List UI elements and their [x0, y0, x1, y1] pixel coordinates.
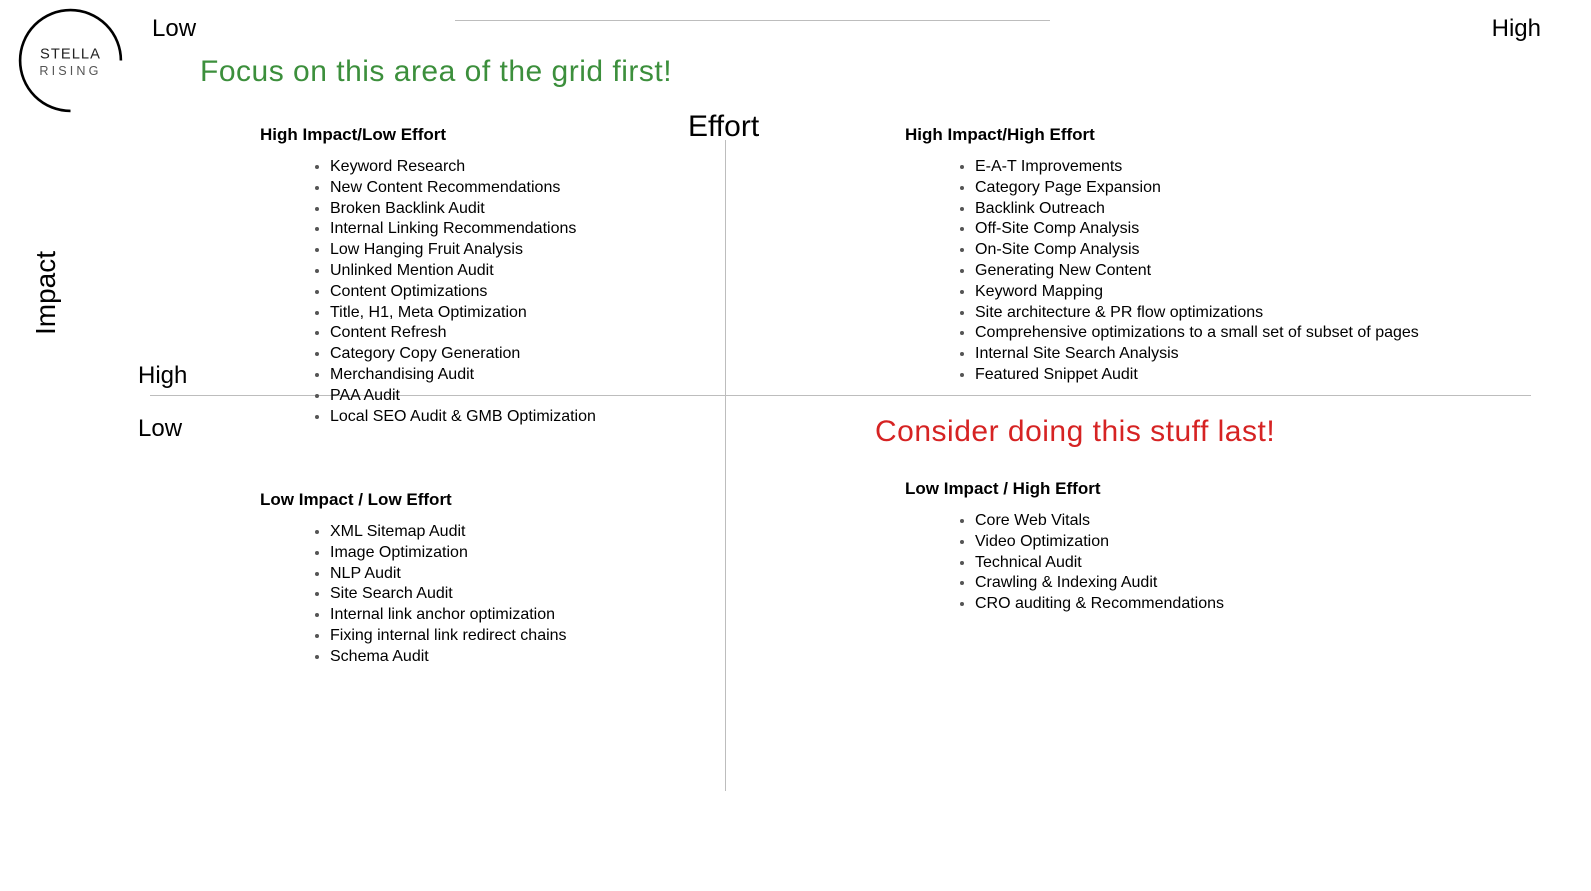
matrix-grid: High Low High Impact/Low Effort Keyword …: [150, 140, 1531, 771]
list-item: CRO auditing & Recommendations: [975, 594, 1445, 615]
slide: STELLA RISING Low High Focus on this are…: [0, 0, 1591, 891]
list-item: Keyword Mapping: [975, 282, 1445, 303]
list-item: Unlinked Mention Audit: [330, 261, 700, 282]
list-item: Merchandising Audit: [330, 365, 700, 386]
impact-low-label: Low: [138, 415, 182, 443]
impact-axis-label: Impact: [30, 251, 62, 335]
logo-bottom: RISING: [39, 64, 101, 78]
list-item: Keyword Research: [330, 157, 700, 178]
list-item: Crawling & Indexing Audit: [975, 573, 1445, 594]
list-item: Internal Site Search Analysis: [975, 344, 1445, 365]
effort-low-label: Low: [152, 15, 196, 43]
quadrant-title: Low Impact / Low Effort: [260, 490, 700, 510]
list-item: XML Sitemap Audit: [330, 522, 700, 543]
quadrant-low-impact-low-effort: Low Impact / Low Effort XML Sitemap Audi…: [260, 490, 700, 668]
list-item: Local SEO Audit & GMB Optimization: [330, 407, 700, 428]
quadrant-title: High Impact/High Effort: [905, 125, 1445, 145]
list-item: Site Search Audit: [330, 584, 700, 605]
quadrant-title: Low Impact / High Effort: [905, 479, 1445, 499]
quadrant-list: Core Web VitalsVideo OptimizationTechnic…: [905, 511, 1445, 615]
list-item: Featured Snippet Audit: [975, 365, 1445, 386]
list-item: E-A-T Improvements: [975, 157, 1445, 178]
list-item: Category Page Expansion: [975, 178, 1445, 199]
list-item: Technical Audit: [975, 553, 1445, 574]
list-item: Fixing internal link redirect chains: [330, 626, 700, 647]
list-item: Comprehensive optimizations to a small s…: [975, 323, 1445, 344]
vertical-divider: [725, 140, 726, 791]
quadrant-low-impact-high-effort: Consider doing this stuff last! Low Impa…: [905, 415, 1445, 615]
list-item: Core Web Vitals: [975, 511, 1445, 532]
impact-high-label: High: [138, 362, 187, 390]
list-item: NLP Audit: [330, 564, 700, 585]
focus-callout: Focus on this area of the grid first!: [200, 55, 672, 89]
quadrant-list: E-A-T ImprovementsCategory Page Expansio…: [905, 157, 1445, 386]
list-item: Off-Site Comp Analysis: [975, 219, 1445, 240]
list-item: Image Optimization: [330, 543, 700, 564]
list-item: Internal link anchor optimization: [330, 605, 700, 626]
list-item: Generating New Content: [975, 261, 1445, 282]
list-item: Broken Backlink Audit: [330, 199, 700, 220]
list-item: Internal Linking Recommendations: [330, 219, 700, 240]
quadrant-list: XML Sitemap AuditImage OptimizationNLP A…: [260, 522, 700, 668]
list-item: Content Refresh: [330, 323, 700, 344]
effort-high-label: High: [1492, 15, 1541, 43]
list-item: New Content Recommendations: [330, 178, 700, 199]
list-item: Low Hanging Fruit Analysis: [330, 240, 700, 261]
quadrant-high-impact-low-effort: High Impact/Low Effort Keyword ResearchN…: [260, 125, 700, 427]
list-item: Video Optimization: [975, 532, 1445, 553]
logo: STELLA RISING: [18, 8, 123, 113]
logo-top: STELLA: [40, 46, 101, 62]
list-item: Site architecture & PR flow optimization…: [975, 303, 1445, 324]
list-item: Title, H1, Meta Optimization: [330, 303, 700, 324]
quadrant-high-impact-high-effort: High Impact/High Effort E-A-T Improvemen…: [905, 125, 1445, 386]
list-item: Content Optimizations: [330, 282, 700, 303]
effort-axis-line: [455, 20, 1050, 21]
list-item: Category Copy Generation: [330, 344, 700, 365]
list-item: On-Site Comp Analysis: [975, 240, 1445, 261]
list-item: PAA Audit: [330, 386, 700, 407]
quadrant-title: High Impact/Low Effort: [260, 125, 700, 145]
quadrant-list: Keyword ResearchNew Content Recommendati…: [260, 157, 700, 427]
list-item: Backlink Outreach: [975, 199, 1445, 220]
list-item: Schema Audit: [330, 647, 700, 668]
last-callout: Consider doing this stuff last!: [875, 415, 1445, 449]
